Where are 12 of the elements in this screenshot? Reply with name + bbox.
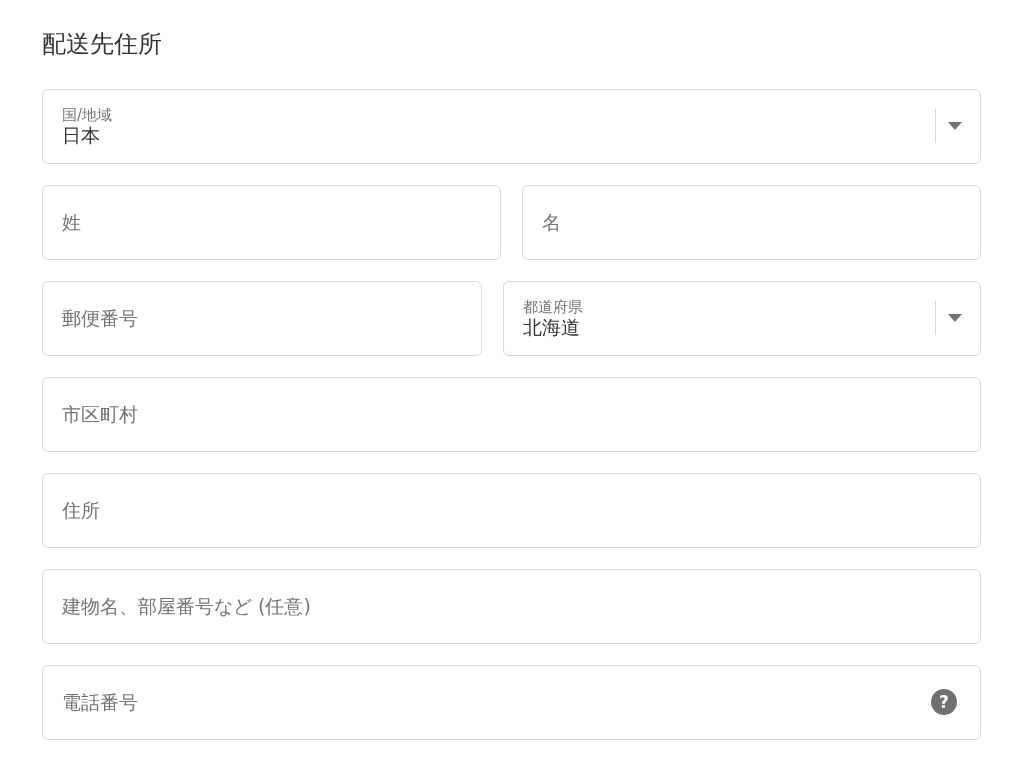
caret-icon: [948, 122, 962, 131]
caret-icon: [948, 314, 962, 323]
input-field[interactable]: 姓: [42, 184, 501, 260]
input-field[interactable]: 住所: [42, 472, 981, 548]
input-field[interactable]: 市区町村: [42, 376, 981, 452]
help-icon[interactable]: ?: [931, 689, 957, 716]
input-field[interactable]: 名: [522, 184, 981, 260]
input-field[interactable]: 建物名、部屋番号など (任意): [42, 568, 981, 644]
input-field[interactable]: 郵便番号: [42, 280, 482, 356]
select-field[interactable]: 都道府県 北海道: [502, 280, 981, 356]
section-title: 配送先住所: [42, 30, 163, 59]
select-field[interactable]: 国/地域 日本: [42, 88, 981, 164]
